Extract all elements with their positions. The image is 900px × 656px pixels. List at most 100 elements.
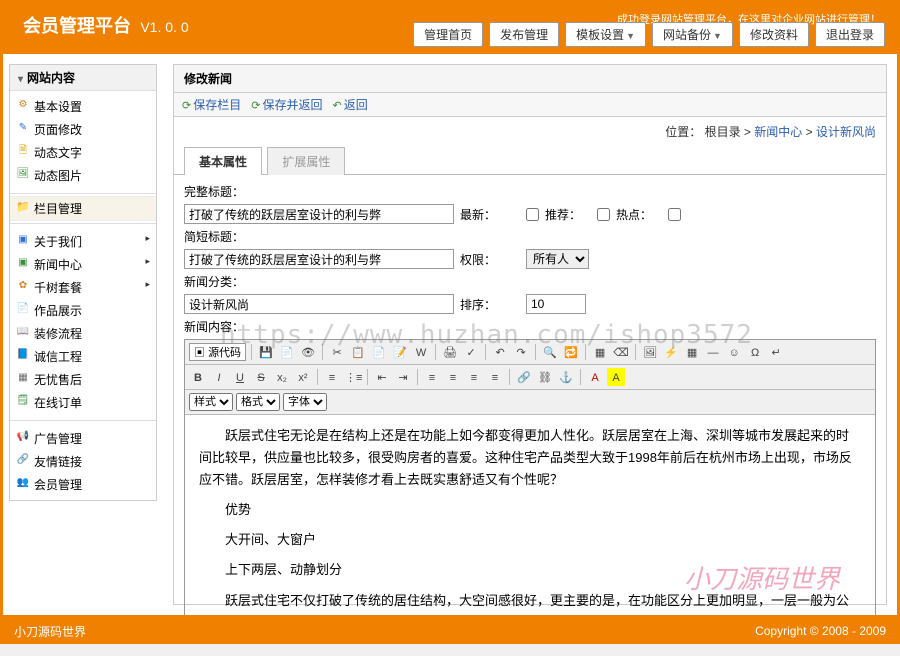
- sidebar-item-works[interactable]: 📄作品展示: [10, 299, 156, 322]
- nav-publish[interactable]: 发布管理: [489, 22, 559, 47]
- sidebar-item-links[interactable]: 🔗友情链接: [10, 450, 156, 473]
- recommend-checkbox[interactable]: [597, 208, 610, 221]
- sidebar-item-package[interactable]: ✿千树套餐▸: [10, 276, 156, 299]
- hot-label: 热点：: [616, 206, 652, 223]
- undo-icon[interactable]: ↶: [491, 343, 509, 361]
- latest-checkbox[interactable]: [526, 208, 539, 221]
- format-select[interactable]: 格式: [236, 393, 280, 411]
- app-version: V1. 0. 0: [140, 19, 188, 35]
- textcolor-icon[interactable]: A: [586, 368, 604, 386]
- full-title-input[interactable]: [184, 204, 454, 224]
- sidebar-group-content[interactable]: 网站内容: [10, 65, 156, 91]
- specialchar-icon[interactable]: Ω: [746, 343, 764, 361]
- book-icon: 📘: [16, 348, 30, 362]
- sidebar-item-dyn-image[interactable]: 🖼动态图片: [10, 164, 156, 187]
- nav-template[interactable]: 模板设置▼: [565, 22, 646, 47]
- preview-icon[interactable]: 👁: [299, 343, 317, 361]
- replace-icon[interactable]: 🔁: [562, 343, 580, 361]
- sidebar-item-order[interactable]: 🗒在线订单: [10, 391, 156, 414]
- hot-checkbox[interactable]: [668, 208, 681, 221]
- sidebar-item-ads[interactable]: 📢广告管理: [10, 427, 156, 450]
- module-icon: ▣: [16, 256, 30, 270]
- link-icon[interactable]: 🔗: [515, 368, 533, 386]
- header: 会员管理平台 V1. 0. 0 成功登录网站管理平台，在这里对企业网站进行管理！…: [0, 0, 900, 54]
- save-icon[interactable]: 💾: [257, 343, 275, 361]
- editor-content[interactable]: 跃层式住宅无论是在结构上还是在功能上如今都变得更加人性化。跃层居室在上海、深圳等…: [185, 415, 875, 615]
- sidebar-item-page-edit[interactable]: ✎页面修改: [10, 118, 156, 141]
- back-button[interactable]: 返回: [332, 96, 367, 113]
- sidebar-group-columns[interactable]: 📁栏目管理: [10, 196, 156, 221]
- paste-icon[interactable]: 📄: [370, 343, 388, 361]
- bgcolor-icon[interactable]: A: [607, 368, 625, 386]
- removeformat-icon[interactable]: ⌫: [612, 343, 630, 361]
- font-select[interactable]: 字体: [283, 393, 327, 411]
- find-icon[interactable]: 🔍: [541, 343, 559, 361]
- outdent-icon[interactable]: ⇤: [373, 368, 391, 386]
- selectall-icon[interactable]: ▦: [591, 343, 609, 361]
- align-right-icon[interactable]: ≡: [465, 368, 483, 386]
- top-nav: 管理首页 发布管理 模板设置▼ 网站备份▼ 修改资料 退出登录: [413, 22, 885, 47]
- table-icon[interactable]: ▦: [683, 343, 701, 361]
- print-icon[interactable]: 🖨: [441, 343, 459, 361]
- tab-extended[interactable]: 扩展属性: [267, 147, 345, 175]
- indent-icon[interactable]: ⇥: [394, 368, 412, 386]
- sidebar-item-news[interactable]: ▣新闻中心▸: [10, 253, 156, 276]
- new-icon[interactable]: 📄: [278, 343, 296, 361]
- edit-icon: ✎: [16, 121, 30, 135]
- ol-icon[interactable]: ≡: [323, 368, 341, 386]
- sidebar-item-integrity[interactable]: 📘诚信工程: [10, 345, 156, 368]
- source-button[interactable]: ▣ 源代码: [189, 343, 246, 361]
- sub-icon[interactable]: x₂: [273, 368, 291, 386]
- nav-profile[interactable]: 修改资料: [739, 22, 809, 47]
- image-icon[interactable]: 🖼: [641, 343, 659, 361]
- sup-icon[interactable]: x²: [294, 368, 312, 386]
- save-back-button[interactable]: 保存并返回: [251, 96, 322, 113]
- nav-logout[interactable]: 退出登录: [815, 22, 885, 47]
- align-left-icon[interactable]: ≡: [423, 368, 441, 386]
- sidebar-item-basic[interactable]: ⚙基本设置: [10, 95, 156, 118]
- strike-icon[interactable]: S: [252, 368, 270, 386]
- cat-input[interactable]: [184, 294, 454, 314]
- nav-home[interactable]: 管理首页: [413, 22, 483, 47]
- editor-toolbar-1: ▣ 源代码 💾 📄 👁 ✂ 📋 📄 📝 W �: [185, 340, 875, 365]
- sidebar-item-about[interactable]: ▣关于我们▸: [10, 230, 156, 253]
- anchor-icon[interactable]: ⚓: [557, 368, 575, 386]
- book-icon: 📖: [16, 325, 30, 339]
- sort-input[interactable]: [526, 294, 586, 314]
- smiley-icon[interactable]: ☺: [725, 343, 743, 361]
- perm-label: 权限：: [460, 251, 520, 268]
- sidebar-item-members[interactable]: 👥会员管理: [10, 473, 156, 496]
- copy-icon[interactable]: 📋: [349, 343, 367, 361]
- breadcrumb-link-news[interactable]: 新闻中心: [754, 125, 802, 139]
- sidebar-item-dyn-text[interactable]: 🗎动态文字: [10, 141, 156, 164]
- flash-icon[interactable]: ⚡: [662, 343, 680, 361]
- italic-icon[interactable]: I: [210, 368, 228, 386]
- image-icon: 🖼: [16, 167, 30, 181]
- paste-word-icon[interactable]: W: [412, 343, 430, 361]
- ul-icon[interactable]: ⋮≡: [344, 368, 362, 386]
- short-title-input[interactable]: [184, 249, 454, 269]
- save-button[interactable]: 保存栏目: [182, 96, 241, 113]
- sidebar-item-aftersale[interactable]: ▦无忧售后: [10, 368, 156, 391]
- align-justify-icon[interactable]: ≡: [486, 368, 504, 386]
- redo-icon[interactable]: ↷: [512, 343, 530, 361]
- spellcheck-icon[interactable]: ✓: [462, 343, 480, 361]
- chevron-down-icon: ▼: [713, 31, 722, 41]
- perm-select[interactable]: 所有人: [526, 249, 589, 269]
- sidebar-item-process[interactable]: 📖装修流程: [10, 322, 156, 345]
- underline-icon[interactable]: U: [231, 368, 249, 386]
- style-select[interactable]: 样式: [189, 393, 233, 411]
- bold-icon[interactable]: B: [189, 368, 207, 386]
- cat-label: 新闻分类：: [184, 273, 244, 290]
- users-icon: 👥: [16, 476, 30, 490]
- hr-icon[interactable]: —: [704, 343, 722, 361]
- tab-basic[interactable]: 基本属性: [184, 147, 262, 175]
- unlink-icon[interactable]: ⛓: [536, 368, 554, 386]
- align-center-icon[interactable]: ≡: [444, 368, 462, 386]
- cut-icon[interactable]: ✂: [328, 343, 346, 361]
- nav-backup[interactable]: 网站备份▼: [652, 22, 733, 47]
- megaphone-icon: 📢: [16, 430, 30, 444]
- paste-text-icon[interactable]: 📝: [391, 343, 409, 361]
- pagebreak-icon[interactable]: ↵: [767, 343, 785, 361]
- breadcrumb-link-design[interactable]: 设计新风尚: [816, 125, 876, 139]
